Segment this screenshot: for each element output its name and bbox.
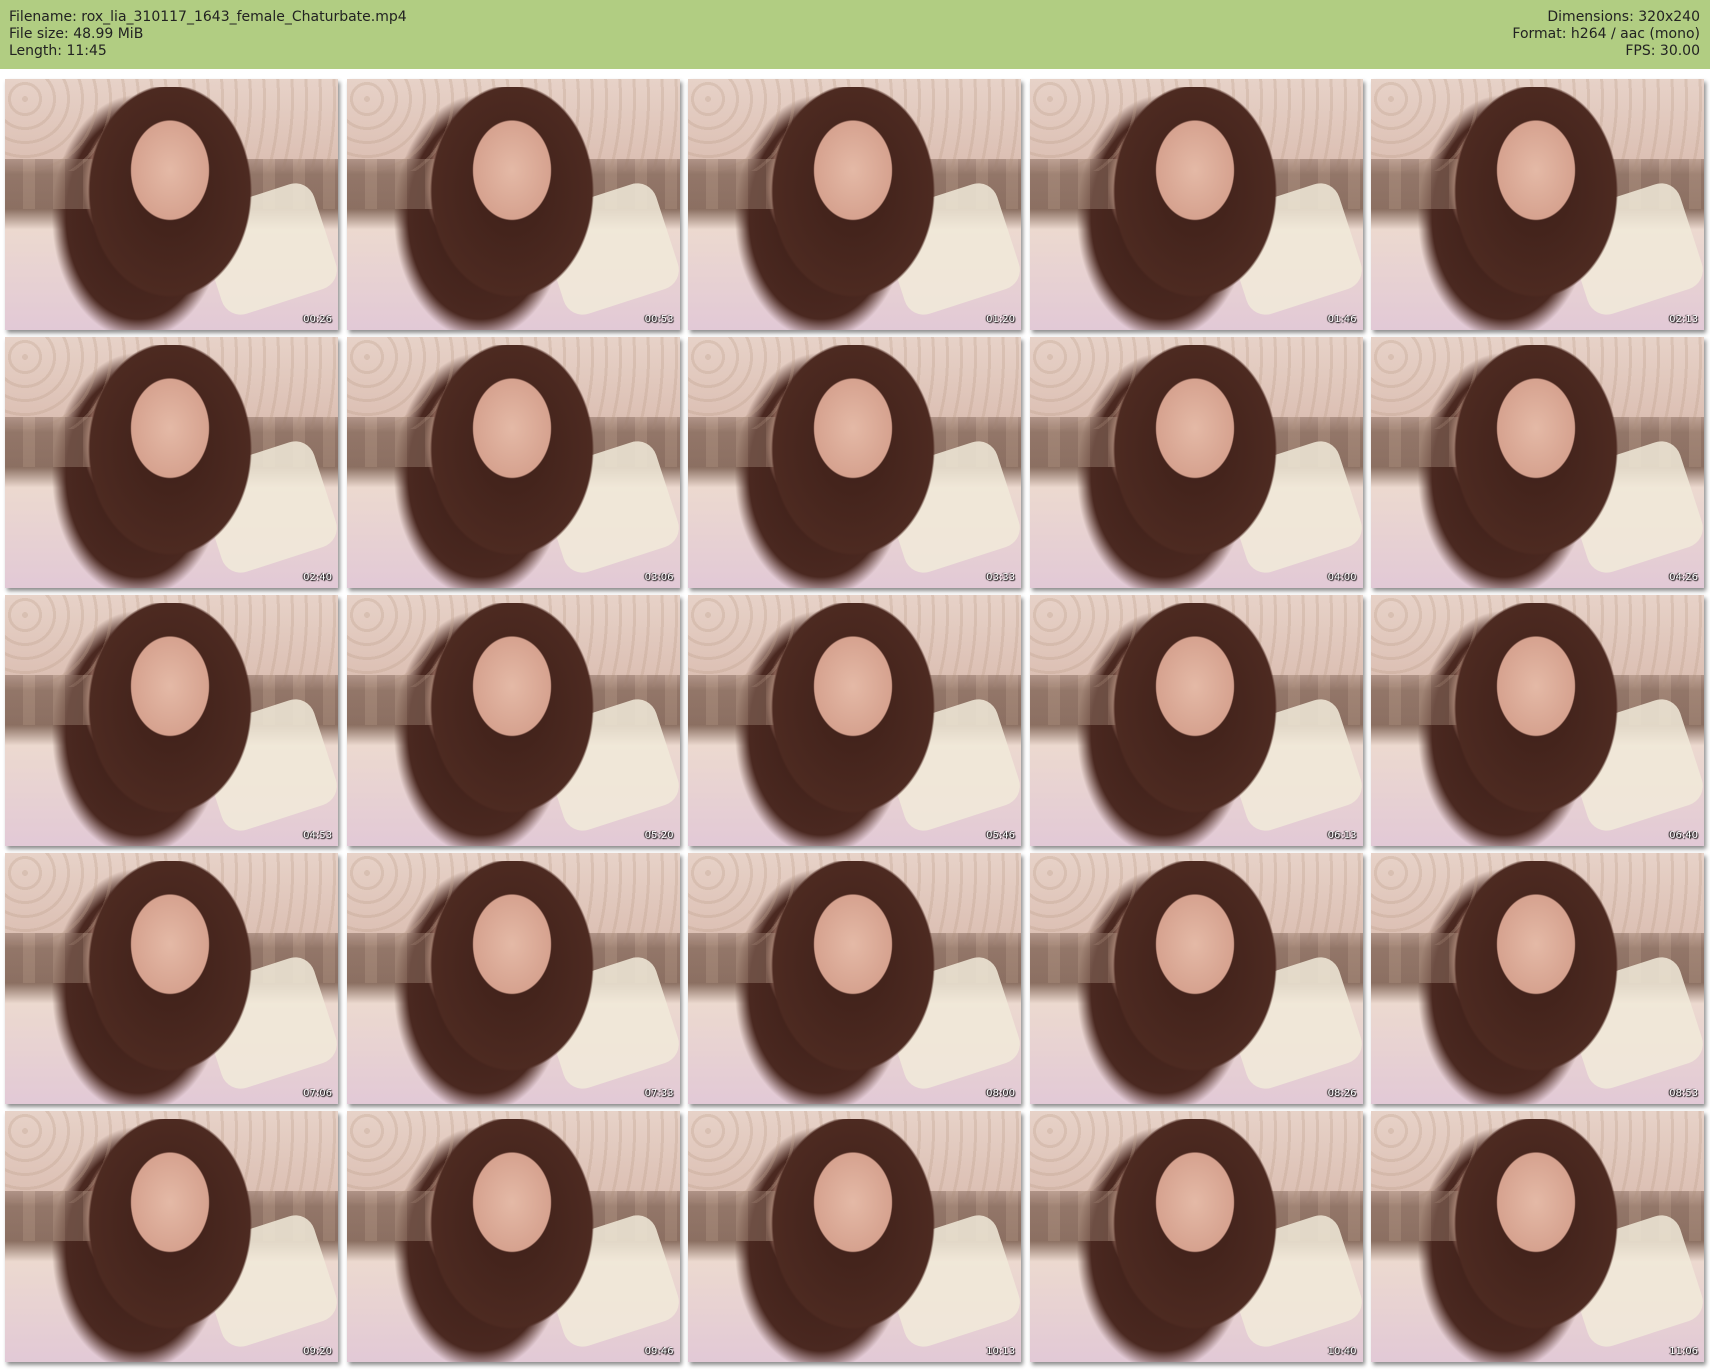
timestamp-label: 03:06 xyxy=(644,572,674,583)
thumbnail-frame: 01:46 xyxy=(1029,79,1363,330)
thumbnail-frame: 08:53 xyxy=(1371,853,1704,1104)
timestamp-label: 02:13 xyxy=(1669,314,1698,325)
person-figure xyxy=(748,861,958,1104)
person-figure xyxy=(1089,861,1300,1104)
thumbnail-frame: 10:13 xyxy=(688,1111,1021,1362)
filesize-text: File size: 48.99 MiB xyxy=(9,26,144,42)
thumbnail-frame: 07:33 xyxy=(346,853,680,1104)
timestamp-label: 08:00 xyxy=(986,1088,1015,1099)
person-figure xyxy=(1431,345,1641,588)
timestamp-label: 07:06 xyxy=(303,1088,332,1099)
thumbnail-frame: 04:26 xyxy=(1371,337,1704,588)
person-figure xyxy=(65,345,275,588)
thumbnail-frame: 08:00 xyxy=(688,853,1021,1104)
thumbnail-frame: 06:13 xyxy=(1029,595,1363,846)
timestamp-label: 04:26 xyxy=(1669,572,1698,583)
person-figure xyxy=(406,603,617,846)
timestamp-label: 08:26 xyxy=(1327,1088,1357,1099)
timestamp-label: 01:46 xyxy=(1327,314,1357,325)
thumbnail-frame: 04:53 xyxy=(5,595,338,846)
timestamp-label: 05:46 xyxy=(986,830,1015,841)
thumbnail-frame: 03:33 xyxy=(688,337,1021,588)
person-figure xyxy=(1089,345,1300,588)
thumbnail-frame: 02:40 xyxy=(5,337,338,588)
thumbnail-frame: 10:40 xyxy=(1029,1111,1363,1362)
timestamp-label: 01:20 xyxy=(986,314,1015,325)
person-figure xyxy=(65,861,275,1104)
person-figure xyxy=(1431,603,1641,846)
person-figure xyxy=(406,861,617,1104)
thumbnail-frame: 11:06 xyxy=(1371,1111,1704,1362)
timestamp-label: 04:00 xyxy=(1327,572,1357,583)
timestamp-label: 10:13 xyxy=(986,1346,1015,1357)
person-figure xyxy=(1431,1119,1641,1362)
timestamp-label: 08:53 xyxy=(1669,1088,1698,1099)
thumbnail-frame: 08:26 xyxy=(1029,853,1363,1104)
thumbnail-frame: 06:40 xyxy=(1371,595,1704,846)
person-figure xyxy=(1089,1119,1300,1362)
person-figure xyxy=(748,603,958,846)
timestamp-label: 00:26 xyxy=(303,314,332,325)
thumbnail-frame: 00:26 xyxy=(5,79,338,330)
person-figure xyxy=(406,345,617,588)
person-figure xyxy=(1431,861,1641,1104)
timestamp-label: 09:46 xyxy=(644,1346,674,1357)
person-figure xyxy=(65,603,275,846)
person-figure xyxy=(748,1119,958,1362)
person-figure xyxy=(1089,603,1300,846)
person-figure xyxy=(65,1119,275,1362)
person-figure xyxy=(406,1119,617,1362)
thumbnail-frame: 00:53 xyxy=(346,79,680,330)
thumbnail-frame: 09:46 xyxy=(346,1111,680,1362)
thumbnail-grid: 00:26 00:53 01:20 01:46 02:13 02:40 03:06 03:33… xyxy=(0,75,1710,1370)
thumbnail-frame: 04:00 xyxy=(1029,337,1363,588)
timestamp-label: 05:20 xyxy=(644,830,674,841)
thumbnail-frame: 03:06 xyxy=(346,337,680,588)
thumbnail-frame: 02:13 xyxy=(1371,79,1704,330)
format-text: Format: h264 / aac (mono) xyxy=(1512,26,1700,42)
timestamp-label: 00:53 xyxy=(644,314,674,325)
length-text: Length: 11:45 xyxy=(9,43,107,59)
info-right: Dimensions: 320x240 Format: h264 / aac (… xyxy=(1512,9,1700,60)
timestamp-label: 09:20 xyxy=(303,1346,332,1357)
thumbnail-frame: 05:20 xyxy=(346,595,680,846)
person-figure xyxy=(406,87,617,330)
thumbnail-frame: 01:20 xyxy=(688,79,1021,330)
timestamp-label: 04:53 xyxy=(303,830,332,841)
dimensions-text: Dimensions: 320x240 xyxy=(1547,9,1700,25)
timestamp-label: 11:06 xyxy=(1669,1346,1698,1357)
timestamp-label: 03:33 xyxy=(986,572,1015,583)
timestamp-label: 06:13 xyxy=(1327,830,1357,841)
thumbnail-frame: 07:06 xyxy=(5,853,338,1104)
fps-text: FPS: 30.00 xyxy=(1625,43,1700,59)
timestamp-label: 06:40 xyxy=(1669,830,1698,841)
info-header: Filename: rox_lia_310117_1643_female_Cha… xyxy=(0,0,1710,69)
timestamp-label: 02:40 xyxy=(303,572,332,583)
person-figure xyxy=(1089,87,1300,330)
timestamp-label: 10:40 xyxy=(1327,1346,1357,1357)
thumbnail-frame: 05:46 xyxy=(688,595,1021,846)
timestamp-label: 07:33 xyxy=(644,1088,674,1099)
thumbnail-frame: 09:20 xyxy=(5,1111,338,1362)
person-figure xyxy=(1431,87,1641,330)
filename-text: Filename: rox_lia_310117_1643_female_Cha… xyxy=(9,9,407,25)
person-figure xyxy=(65,87,275,330)
person-figure xyxy=(748,87,958,330)
info-left: Filename: rox_lia_310117_1643_female_Cha… xyxy=(9,9,407,60)
person-figure xyxy=(748,345,958,588)
